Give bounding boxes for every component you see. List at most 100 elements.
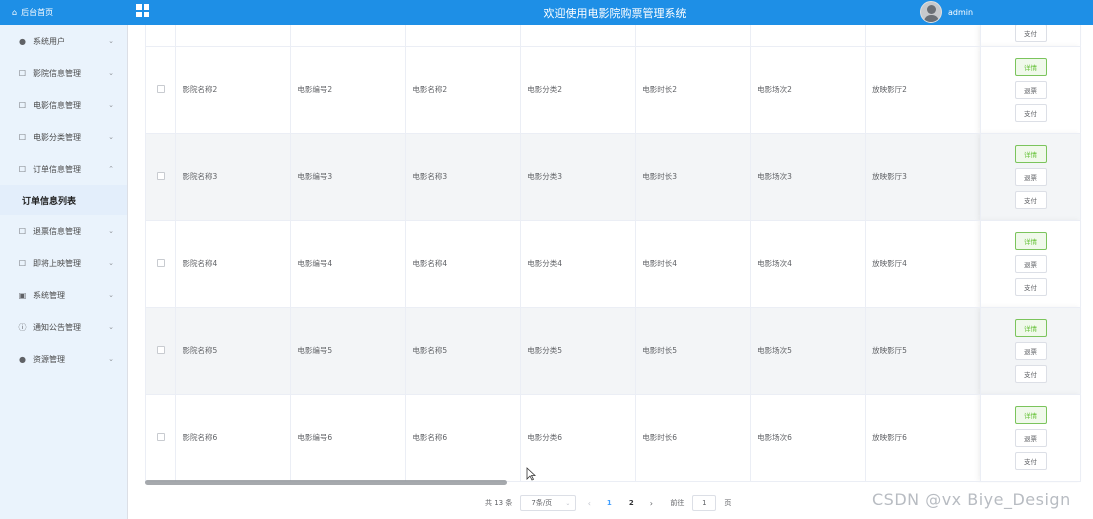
next-page-button[interactable]: ›: [646, 499, 656, 508]
table-cell: 电影分类6: [520, 394, 637, 482]
detail-button[interactable]: 详情: [1014, 57, 1047, 76]
table-cell: 影院名称2: [175, 46, 292, 134]
sidebar-item-1[interactable]: ☐ 影院信息管理 ⌄: [0, 57, 127, 89]
sidebar-item-label: 电影分类管理: [33, 132, 81, 142]
table-cell: 电影场次6: [750, 394, 867, 482]
pay-button[interactable]: 支付: [1014, 190, 1047, 209]
horizontal-scrollbar[interactable]: [145, 480, 507, 485]
sidebar-subitem-order-list[interactable]: 订单信息列表: [0, 185, 127, 215]
sidebar-item-label: 通知公告管理: [33, 322, 81, 332]
doc-icon: ☐: [18, 226, 27, 236]
detail-button[interactable]: 详情: [1014, 231, 1047, 250]
watermark: CSDN @vx Biye_Design: [872, 490, 1071, 509]
pay-button[interactable]: 支付: [1014, 364, 1047, 383]
sidebar-item-label: 系统管理: [33, 290, 65, 300]
table-cell: 电影名称4: [405, 220, 522, 308]
sidebar-item-9[interactable]: ⓘ 通知公告管理 ⌄: [0, 311, 127, 343]
table-cell: 电影编号2: [290, 46, 407, 134]
refund-button[interactable]: 退票: [1014, 428, 1047, 447]
table-row: 影院名称4 电影编号4 电影名称4 电影分类4 电影时长4 电影场次4 放映影厅4 详情退票支…: [146, 220, 1081, 308]
refund-button[interactable]: 退票: [1014, 167, 1047, 186]
chevron-up-icon: ⌃: [108, 165, 114, 173]
pay-button[interactable]: 支付: [1014, 451, 1047, 470]
table-cell: 放映影厅2: [865, 46, 982, 134]
refund-button[interactable]: 退票: [1014, 254, 1047, 273]
table-cell: 电影名称5: [405, 307, 522, 395]
total-count: 共 13 条: [485, 499, 513, 507]
chevron-down-icon: ⌄: [108, 37, 114, 45]
row-checkbox[interactable]: [156, 84, 165, 93]
row-checkbox[interactable]: [156, 258, 165, 267]
goto-suffix: 页: [724, 499, 732, 507]
home-link[interactable]: ⌂ 后台首页: [0, 0, 127, 25]
sidebar-item-4[interactable]: ☐ 订单信息管理 ⌃: [0, 153, 127, 185]
table-cell: 电影分类3: [520, 133, 637, 221]
sidebar-item-3[interactable]: ☐ 电影分类管理 ⌄: [0, 121, 127, 153]
table-row: 支付: [146, 25, 1081, 47]
chevron-down-icon: ⌄: [108, 355, 114, 363]
sidebar-item-2[interactable]: ☐ 电影信息管理 ⌄: [0, 89, 127, 121]
info-icon: ⓘ: [18, 322, 27, 332]
row-checkbox[interactable]: [156, 345, 165, 354]
detail-button[interactable]: 详情: [1014, 318, 1047, 337]
table-cell: 电影名称3: [405, 133, 522, 221]
row-checkbox[interactable]: [156, 432, 165, 441]
user-menu[interactable]: admin: [920, 1, 973, 23]
table-cell: 影院名称3: [175, 133, 292, 221]
table-row: 影院名称6 电影编号6 电影名称6 电影分类6 电影时长6 电影场次6 放映影厅6 详情 退票支…: [146, 394, 1081, 482]
pin-icon: ●: [19, 354, 26, 364]
doc-icon: ☐: [18, 68, 27, 78]
table-cell: 电影场次4: [750, 220, 867, 308]
main-content: 支付 影院名称2 电影编号2 电影名称2 电影分类2 电影时长2 电影场次2 放映影厅2 详情…: [130, 25, 1093, 519]
table-cell: 电影时长5: [635, 307, 752, 395]
table-row: 影院名称3 电影编号3 电影名称3 电影分类3 电影时长3 电影场次3 放映影厅3 详情 退票支…: [146, 133, 1081, 221]
detail-button[interactable]: 详情: [1014, 405, 1047, 424]
mouse-cursor-icon: [526, 467, 536, 481]
page-1-button[interactable]: 1: [602, 499, 616, 507]
detail-button[interactable]: 详情: [1014, 144, 1047, 163]
table-cell: 电影编号4: [290, 220, 407, 308]
table-cell: 电影时长4: [635, 220, 752, 308]
table-cell: 电影编号3: [290, 133, 407, 221]
prev-page-button[interactable]: ‹: [584, 499, 594, 508]
table-row: 影院名称2 电影编号2 电影名称2 电影分类2 电影时长2 电影场次2 放映影厅2 详情 退票支…: [146, 46, 1081, 134]
system-title: 欢迎使用电影院购票管理系统: [543, 7, 687, 20]
chevron-down-icon: ⌄: [108, 69, 114, 77]
table-row: 影院名称5 电影编号5 电影名称5 电影分类5 电影时长5 电影场次5 放映影厅5 详情 退票支…: [146, 307, 1081, 395]
doc-icon: ☐: [18, 258, 27, 268]
sidebar-item-label: 影院信息管理: [33, 68, 81, 78]
home-label: 后台首页: [21, 8, 54, 17]
pay-button[interactable]: 支付: [1014, 103, 1047, 122]
table-cell: 电影分类4: [520, 220, 637, 308]
sidebar-item-0[interactable]: ● 系统用户 ⌄: [0, 25, 127, 57]
avatar[interactable]: [920, 1, 942, 23]
row-checkbox[interactable]: [156, 171, 165, 180]
table-cell: 影院名称4: [175, 220, 292, 308]
home-icon: ⌂: [12, 8, 18, 17]
table-cell: 影院名称6: [175, 394, 292, 482]
sidebar-item-6[interactable]: ☐ 退票信息管理 ⌄: [0, 215, 127, 247]
goto-page-input[interactable]: 1: [692, 495, 717, 511]
sidebar-item-label: 即将上映管理: [33, 258, 81, 268]
sidebar-item-label: 电影信息管理: [33, 100, 81, 110]
table-cell: 电影分类2: [520, 46, 637, 134]
page-size-select[interactable]: 7条/页 ⌄: [520, 495, 577, 511]
sidebar-item-label: 订单信息管理: [33, 164, 81, 174]
refund-button[interactable]: 退票: [1014, 80, 1047, 99]
menu-grid-icon[interactable]: [136, 4, 149, 17]
goto-label: 前往: [670, 499, 685, 507]
sidebar-item-label: 系统用户: [33, 36, 65, 46]
table-cell: 放映影厅5: [865, 307, 982, 395]
chevron-down-icon: ⌄: [108, 259, 114, 267]
sidebar-item-8[interactable]: ▣ 系统管理 ⌄: [0, 279, 127, 311]
sidebar-item-7[interactable]: ☐ 即将上映管理 ⌄: [0, 247, 127, 279]
page-2-button[interactable]: 2: [624, 499, 638, 507]
table-cell: 电影时长6: [635, 394, 752, 482]
doc-icon: ☐: [18, 132, 27, 142]
pay-button[interactable]: 支付: [1014, 25, 1047, 43]
refund-button[interactable]: 退票: [1014, 341, 1047, 360]
pay-button[interactable]: 支付: [1014, 277, 1047, 296]
table-cell: 放映影厅4: [865, 220, 982, 308]
sidebar-item-10[interactable]: ● 资源管理 ⌄: [0, 343, 127, 375]
table-cell: 电影编号6: [290, 394, 407, 482]
